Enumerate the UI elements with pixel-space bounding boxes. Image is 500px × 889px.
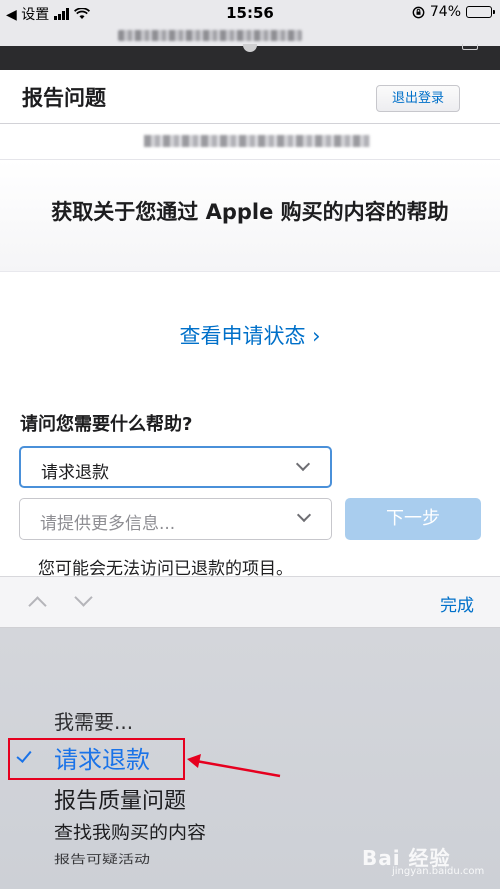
sign-out-button[interactable]: 退出登录 <box>376 85 460 112</box>
more-info-select[interactable]: 请提供更多信息... <box>19 498 332 540</box>
orientation-lock-icon <box>412 6 425 18</box>
more-info-placeholder: 请提供更多信息... <box>40 514 176 534</box>
page-title: 报告问题 <box>22 86 106 110</box>
request-status-link[interactable]: 查看申请状态 › <box>0 320 500 350</box>
picker-option[interactable]: 报告质量问题 <box>54 783 186 815</box>
picker-option[interactable]: 查找我购买的内容 <box>54 819 206 844</box>
help-question-label: 请问您需要什么帮助? <box>20 414 193 435</box>
battery-icon <box>466 6 495 18</box>
blurred-url <box>118 30 302 41</box>
help-type-select[interactable]: 请求退款 <box>19 446 332 488</box>
account-info-row <box>0 124 500 160</box>
status-right: 74% <box>412 4 495 20</box>
bag-icon[interactable] <box>462 44 478 50</box>
hero-title: 获取关于您通过 Apple 购买的内容的帮助 <box>51 200 449 224</box>
picker-option[interactable]: 报告可疑活动 <box>54 850 150 867</box>
status-bar: ◀ 设置 15:56 74% <box>0 0 500 26</box>
keyboard-accessory-bar: 完成 <box>0 576 500 628</box>
hero-section: 获取关于您通过 Apple 购买的内容的帮助 <box>0 160 500 272</box>
refund-warning-text: 您可能会无法访问已退款的项目。 <box>38 559 293 576</box>
annotation-highlight-box <box>8 738 185 780</box>
apple-logo-icon[interactable] <box>243 44 257 52</box>
next-button[interactable]: 下一步 <box>345 498 481 540</box>
next-field-icon[interactable] <box>74 588 93 607</box>
address-bar[interactable] <box>0 26 500 46</box>
site-nav-bar <box>0 44 500 70</box>
done-button[interactable]: 完成 <box>440 591 474 616</box>
previous-field-icon[interactable] <box>28 596 47 615</box>
help-type-value: 请求退款 <box>41 463 109 483</box>
chevron-down-icon <box>296 507 312 523</box>
page-header: 报告问题 退出登录 <box>0 70 500 124</box>
watermark-url: jingyan.baidu.com <box>392 866 485 877</box>
chevron-down-icon <box>295 456 311 472</box>
blurred-account-id <box>144 135 370 147</box>
battery-percent: 74% <box>429 4 461 20</box>
picker-option[interactable]: 我需要... <box>54 706 133 735</box>
